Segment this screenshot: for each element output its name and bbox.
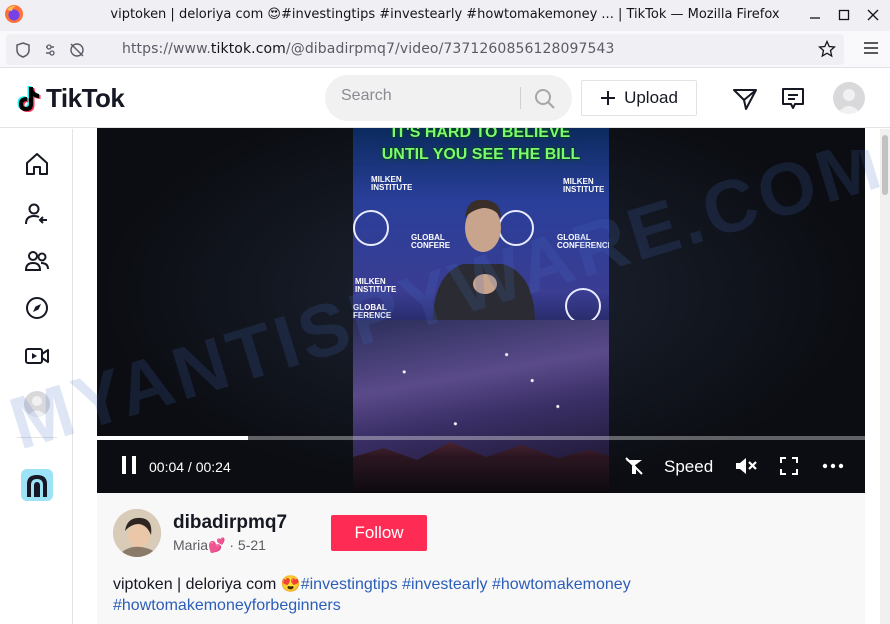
search-input[interactable] (341, 87, 516, 105)
home-icon[interactable] (24, 151, 50, 177)
fullscreen-icon (780, 457, 798, 475)
window-title: viptoken | deloriya com 😍#investingtips … (110, 7, 780, 22)
tiktok-note-icon (17, 85, 41, 112)
url-text[interactable]: https://www.tiktok.com/@dibadirpmq7/vide… (122, 41, 615, 57)
video-player[interactable]: IT'S HARD TO BELIEVE UNTIL YOU SEE THE B… (97, 128, 865, 493)
hashtag-link[interactable]: #howtomakemoney (492, 576, 631, 593)
default-avatar-icon (837, 89, 861, 114)
minimize-icon (810, 17, 820, 19)
video-caption-line2: UNTIL YOU SEE THE BILL (381, 146, 581, 163)
conference-logo-left (353, 210, 389, 246)
messages-icon[interactable] (732, 86, 758, 112)
hashtag-link[interactable]: #investingtips (301, 576, 398, 593)
search-box (325, 75, 572, 121)
upload-label: Upload (624, 88, 678, 107)
minimize-button[interactable] (804, 4, 826, 26)
permissions-icon[interactable] (44, 41, 66, 59)
following-icon[interactable] (24, 201, 50, 227)
hashtag-link[interactable]: #howtomakemoneyforbeginners (113, 597, 341, 614)
friends-icon[interactable] (24, 248, 50, 274)
close-icon (867, 9, 879, 21)
author-avatar[interactable] (113, 509, 161, 557)
sign-global-right: GLOBAL CONFERENCE (557, 233, 609, 250)
author-subline: Maria💕 · 5-21 (173, 537, 266, 554)
speed-button[interactable]: Speed (664, 457, 713, 477)
video-info-panel: dibadirpmq7 Maria💕 · 5-21 Follow viptoke… (97, 493, 865, 624)
video-caption-line1: IT'S HARD TO BELIEVE (391, 128, 571, 141)
video-time: 00:04 / 00:24 (149, 459, 231, 475)
float-icon (625, 457, 643, 475)
search-divider (520, 87, 521, 109)
menu-icon[interactable] (864, 42, 878, 54)
url-bar[interactable]: https://www.tiktok.com/@dibadirpmq7/vide… (6, 34, 844, 65)
upload-button[interactable]: Upload (581, 80, 697, 116)
maximize-button[interactable] (833, 4, 855, 26)
rail-divider (17, 437, 57, 438)
sign-milken-bottom: MILKEN INSTITUTE (355, 277, 397, 294)
maximize-icon (838, 9, 850, 21)
hashtag-link[interactable]: #investearly (402, 576, 487, 593)
follow-button[interactable]: Follow (331, 515, 427, 551)
video-progress-fill (97, 436, 249, 440)
left-sidebar (0, 129, 73, 624)
more-dots-icon (822, 463, 844, 469)
explore-icon[interactable] (24, 295, 50, 321)
sign-milken-left: MILKEN INSTITUTE (371, 175, 413, 192)
shield-icon[interactable] (14, 41, 32, 59)
pause-icon (122, 456, 136, 474)
search-icon[interactable] (533, 87, 557, 111)
sign-milken-right: MILKEN INSTITUTE (563, 177, 605, 194)
speaker-figure (433, 199, 535, 324)
plus-icon (601, 91, 616, 105)
pause-button[interactable] (117, 453, 141, 477)
inbox-icon[interactable] (780, 86, 806, 112)
profile-rail-avatar[interactable] (24, 391, 50, 417)
live-icon[interactable] (24, 343, 50, 369)
bookmark-star-icon[interactable] (818, 40, 836, 58)
video-description: viptoken | deloriya com 😍#investingtips … (113, 574, 853, 616)
description-text: viptoken | deloriya com 😍 (113, 576, 301, 593)
author-username[interactable]: dibadirpmq7 (173, 512, 287, 534)
tiktok-header: TikTok Upload (0, 68, 890, 128)
profile-avatar[interactable] (833, 82, 865, 114)
scrollbar-thumb[interactable] (882, 135, 888, 195)
fullscreen-button[interactable] (776, 453, 802, 479)
mute-button[interactable] (733, 453, 759, 479)
subline-separator: · (229, 537, 235, 553)
sign-global-bottom: GLOBAL FERENCE (353, 303, 392, 320)
floating-player-button[interactable] (621, 453, 647, 479)
more-options-button[interactable] (820, 453, 846, 479)
page-scrollbar[interactable] (880, 129, 890, 624)
muted-speaker-icon (736, 458, 757, 474)
author-photo (113, 509, 161, 557)
window-titlebar: viptoken | deloriya com 😍#investingtips … (0, 0, 890, 31)
post-date: 5-21 (237, 537, 266, 553)
close-window-button[interactable] (862, 4, 884, 26)
navigation-toolbar: https://www.tiktok.com/@dibadirpmq7/vide… (0, 31, 890, 68)
logo-text: TikTok (46, 83, 125, 113)
author-nickname: Maria💕 (173, 537, 226, 553)
tiktok-logo[interactable]: TikTok (16, 83, 125, 114)
video-progress-bar[interactable] (97, 436, 865, 440)
insecure-lock-icon[interactable] (68, 41, 86, 59)
conference-logo-right (565, 288, 601, 324)
default-avatar-icon (27, 396, 47, 417)
effect-house-icon[interactable] (21, 469, 53, 501)
